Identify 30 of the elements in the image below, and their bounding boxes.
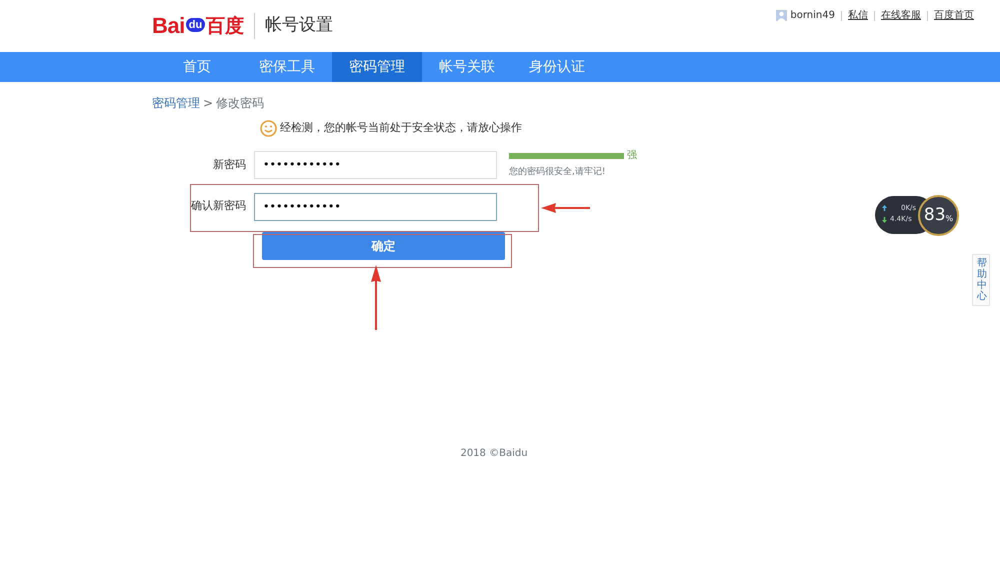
annotation-arrow	[541, 203, 590, 213]
annotation-arrow	[371, 265, 381, 330]
username[interactable]: bornin49	[790, 8, 835, 23]
strength-hint: 您的密码很安全,请牢记!	[509, 166, 606, 179]
avatar-icon	[776, 10, 788, 21]
breadcrumb-current: 修改密码	[216, 95, 264, 112]
field-label: 确认新密码	[190, 198, 247, 214]
top-link[interactable]: 在线客服	[881, 8, 921, 23]
download-icon	[882, 216, 887, 223]
memory-gauge: 83%	[918, 195, 959, 236]
page-title: 帐号设置	[254, 13, 334, 39]
upload-icon	[882, 205, 887, 212]
nav-tab[interactable]: 帐号关联	[422, 52, 512, 82]
strength-label: 强	[627, 149, 637, 163]
password-field[interactable]: ••••••••••••	[254, 150, 497, 179]
password-field[interactable]: ••••••••••••	[254, 192, 497, 220]
help-center-tab[interactable]: 帮助中心	[972, 254, 990, 306]
nav-tab[interactable]: 首页	[152, 52, 242, 82]
nav-tab[interactable]: 密保工具	[242, 52, 332, 82]
confirm-button[interactable]: 确定	[262, 232, 505, 260]
field-label: 新密码	[212, 156, 247, 172]
top-link[interactable]: 百度首页	[934, 8, 974, 23]
nav-tab[interactable]: 身份认证	[512, 52, 602, 82]
security-notice: 经检测，您的帐号当前处于安全状态，请放心操作	[280, 120, 522, 136]
smiley-icon	[260, 120, 277, 137]
footer-copyright: 2018 ©Baidu	[459, 447, 529, 461]
nav-tab[interactable]: 密码管理	[332, 52, 422, 82]
top-link[interactable]: 私信	[848, 8, 868, 23]
breadcrumb-separator: >	[203, 95, 214, 112]
breadcrumb-link[interactable]: 密码管理	[152, 94, 200, 112]
